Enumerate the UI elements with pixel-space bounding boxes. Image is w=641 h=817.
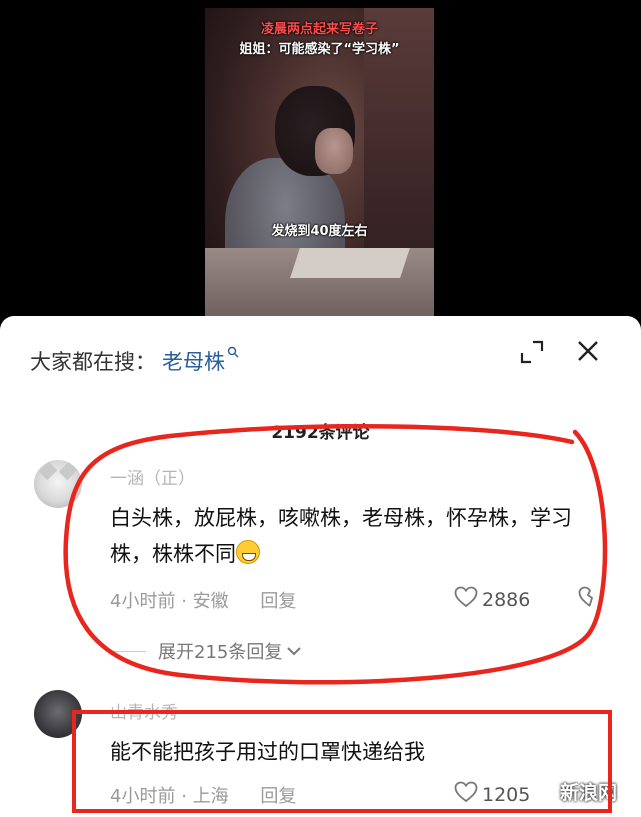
comment-username[interactable]: 一涵（正） xyxy=(110,464,195,489)
comment-body: 白头株，放屁株，咳嗽株，老母株，怀孕株，学习株，株株不同 xyxy=(110,506,572,566)
dislike-icon[interactable] xyxy=(578,586,602,612)
search-icon xyxy=(227,346,239,361)
video-frame[interactable]: 凌晨两点起来写卷子 姐姐：可能感染了“学习株” 发烧到40度左右 xyxy=(205,8,434,318)
comment-username[interactable]: 山青水秀 xyxy=(110,698,178,723)
like-button[interactable]: 1205 xyxy=(454,781,530,808)
video-paper xyxy=(290,248,410,278)
meta-separator: · xyxy=(181,786,193,807)
search-suggestion[interactable]: 大家都在搜： 老母株 xyxy=(30,346,239,376)
comment-sheet: 大家都在搜： 老母株 2192条评论 一涵（正） 白头株，放屁株，咳嗽株，老母株，… xyxy=(0,316,641,817)
like-count: 2886 xyxy=(482,588,531,611)
comment-text: 白头株，放屁株，咳嗽株，老母株，怀孕株，学习株，株株不同 xyxy=(110,500,595,572)
avatar-cat-ear xyxy=(38,461,58,481)
heart-icon xyxy=(454,586,482,613)
expand-replies-label: 展开215条回复 xyxy=(158,642,283,663)
watermark-logo: 新浪网 xyxy=(560,782,618,804)
avatar[interactable] xyxy=(34,690,82,738)
avatar[interactable] xyxy=(34,460,82,508)
comment-meta: 4小时前 · 安徽 回复 xyxy=(110,587,296,613)
comment-location: 上海 xyxy=(192,786,229,807)
video-caption-line1: 凌晨两点起来写卷子 xyxy=(260,22,378,37)
comment-time: 4小时前 xyxy=(110,591,176,612)
expand-divider xyxy=(110,650,146,652)
grinning-face-emoji xyxy=(236,540,260,564)
search-prefix: 大家都在搜： xyxy=(30,350,156,374)
video-person-face xyxy=(315,128,353,174)
video-caption-line2: 姐姐：可能感染了“学习株” xyxy=(239,42,400,57)
comment-meta: 4小时前 · 上海 回复 xyxy=(110,782,296,808)
expand-icon[interactable] xyxy=(520,340,544,364)
avatar-cat-ear xyxy=(58,461,78,481)
meta-separator: · xyxy=(181,591,193,612)
heart-icon xyxy=(454,781,482,808)
close-icon[interactable] xyxy=(575,338,601,364)
like-button[interactable]: 2886 xyxy=(454,586,530,613)
comment-time: 4小时前 xyxy=(110,786,176,807)
reply-button[interactable]: 回复 xyxy=(260,591,296,612)
expand-replies-button[interactable]: 展开215条回复 xyxy=(110,638,302,664)
comment-text: 能不能把孩子用过的口罩快递给我 xyxy=(110,740,425,764)
video-area[interactable]: 凌晨两点起来写卷子 姐姐：可能感染了“学习株” 发烧到40度左右 xyxy=(0,0,641,330)
comment-count-title: 2192条评论 xyxy=(271,423,370,443)
video-caption-mid: 发烧到40度左右 xyxy=(271,224,368,239)
chevron-down-icon xyxy=(282,641,302,662)
like-count: 1205 xyxy=(482,783,531,806)
search-keyword-link[interactable]: 老母株 xyxy=(162,350,225,374)
reply-button[interactable]: 回复 xyxy=(260,786,296,807)
comment-location: 安徽 xyxy=(192,591,229,612)
